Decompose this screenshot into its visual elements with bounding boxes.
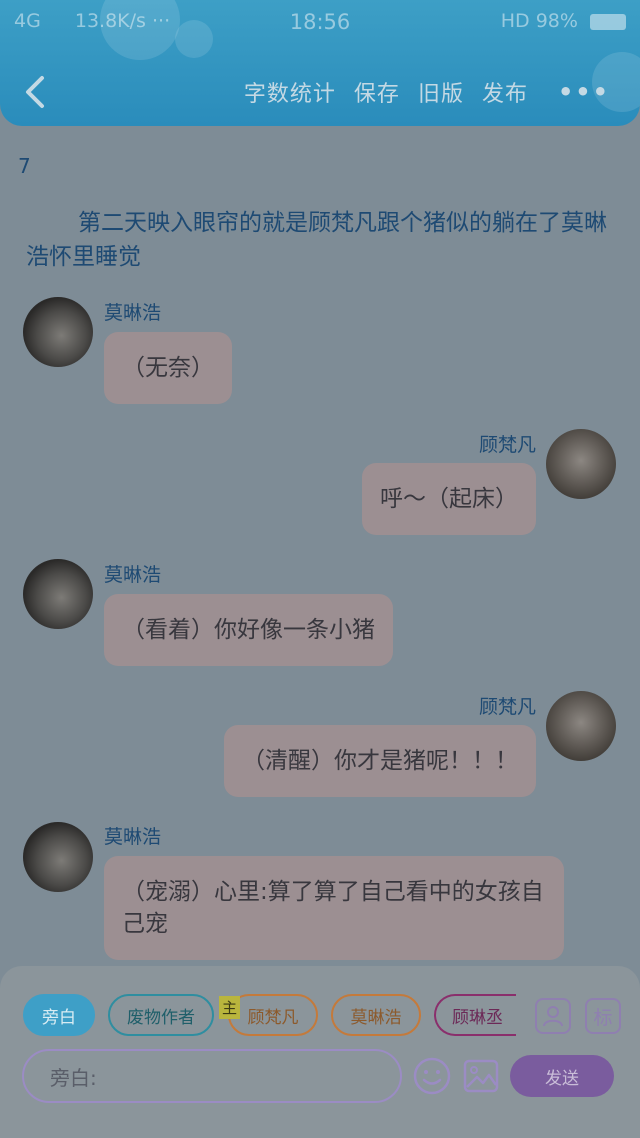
speaker-name: 莫晽浩	[104, 826, 162, 848]
speaker-name: 莫晽浩	[104, 564, 162, 586]
narration-text[interactable]: 第二天映入眼帘的就是顾梵凡跟个猪似的躺在了莫晽浩怀里睡觉	[26, 206, 616, 274]
portrait-icon[interactable]	[535, 998, 571, 1034]
publish-button[interactable]: 发布	[482, 76, 528, 108]
send-button[interactable]: 发送	[510, 1055, 614, 1097]
back-icon[interactable]	[20, 74, 50, 110]
status-right-text: HD 98%	[500, 10, 578, 32]
person-icon	[543, 1006, 563, 1027]
battery-icon	[590, 13, 626, 30]
message-input[interactable]: 旁白:	[22, 1049, 402, 1103]
main-role-badge: 主	[219, 996, 241, 1019]
speaker-name: 莫晽浩	[104, 302, 162, 324]
role-chip-2[interactable]: 莫晽浩	[331, 994, 421, 1036]
tag-button[interactable]: 标	[585, 998, 621, 1034]
old-version-button[interactable]: 旧版	[418, 76, 464, 108]
status-right: HD 98%	[501, 10, 626, 32]
role-chip-narration[interactable]: 旁白	[23, 994, 95, 1036]
more-icon[interactable]: •••	[558, 78, 610, 106]
message-bubble[interactable]: （清醒）你才是猪呢！！！	[224, 725, 536, 797]
role-chip-1[interactable]: 顾梵凡	[228, 994, 318, 1036]
avatar[interactable]	[23, 297, 93, 367]
message-bubble[interactable]: （宠溺）心里:算了算了自己看中的女孩自己宠	[104, 856, 564, 960]
avatar[interactable]	[23, 822, 93, 892]
message-bubble[interactable]: （看着）你好像一条小猪	[104, 594, 393, 666]
avatar[interactable]	[546, 691, 616, 761]
chapter-number: 7	[18, 154, 31, 178]
save-button[interactable]: 保存	[354, 76, 400, 108]
role-chip-author[interactable]: 废物作者	[108, 994, 214, 1036]
input-value: 旁白:	[50, 1065, 97, 1090]
role-chip-3[interactable]: 顾琳丞	[434, 994, 516, 1036]
speaker-name: 顾梵凡	[478, 434, 536, 456]
avatar[interactable]	[23, 559, 93, 629]
speaker-name: 顾梵凡	[478, 696, 536, 718]
image-icon[interactable]	[463, 1059, 499, 1093]
status-bar: 4G 13.8K/s ··· 18:56 HD 98%	[14, 8, 626, 36]
avatar[interactable]	[546, 429, 616, 499]
message-bubble[interactable]: （无奈）	[104, 332, 232, 404]
nav-actions: 字数统计 保存 旧版 发布 •••	[244, 76, 610, 108]
emoji-icon[interactable]	[413, 1057, 451, 1095]
message-bubble[interactable]: 呼～（起床）	[362, 463, 536, 535]
word-count-button[interactable]: 字数统计	[244, 76, 336, 108]
header-bar: 4G 13.8K/s ··· 18:56 HD 98% 字数统计 保存 旧版 发…	[0, 0, 640, 126]
